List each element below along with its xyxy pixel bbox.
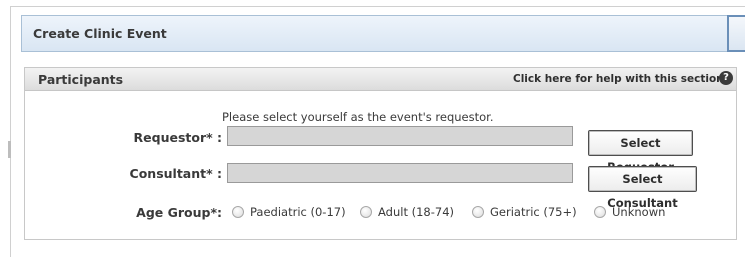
help-question-icon[interactable]: ?	[719, 71, 733, 85]
page-title: Create Clinic Event	[33, 26, 167, 41]
radio-button-icon[interactable]	[472, 206, 484, 218]
participants-title: Participants	[38, 72, 124, 87]
consultant-field[interactable]	[227, 163, 573, 183]
page-header: Create Clinic Event	[21, 15, 733, 52]
participants-panel-header: Participants Click here for help with th…	[25, 68, 736, 91]
select-consultant-button[interactable]: Select Consultant	[588, 166, 697, 210]
age-group-option-label: Geriatric (75+)	[490, 205, 577, 219]
requestor-field[interactable]	[227, 126, 573, 146]
select-requestor-button[interactable]: Select Requestor	[588, 130, 693, 174]
header-side-tab[interactable]	[727, 15, 745, 52]
section-help-link[interactable]: Click here for help with this section	[513, 73, 724, 85]
consultant-label: Consultant* :	[129, 166, 222, 181]
requestor-instruction: Please select yourself as the event's re…	[222, 110, 494, 124]
age-group-option-label: Paediatric (0-17)	[250, 205, 346, 219]
age-group-option-label: Adult (18-74)	[378, 205, 455, 219]
age-group-option-label: Unknown	[612, 205, 666, 219]
radio-button-icon[interactable]	[594, 206, 606, 218]
splitter-handle[interactable]	[8, 141, 11, 158]
age-group-label: Age Group*:	[136, 205, 222, 220]
window-frame-left	[10, 6, 11, 257]
radio-button-icon[interactable]	[232, 206, 244, 218]
requestor-label: Requestor* :	[133, 130, 222, 145]
window-frame-top	[10, 6, 745, 7]
radio-button-icon[interactable]	[360, 206, 372, 218]
